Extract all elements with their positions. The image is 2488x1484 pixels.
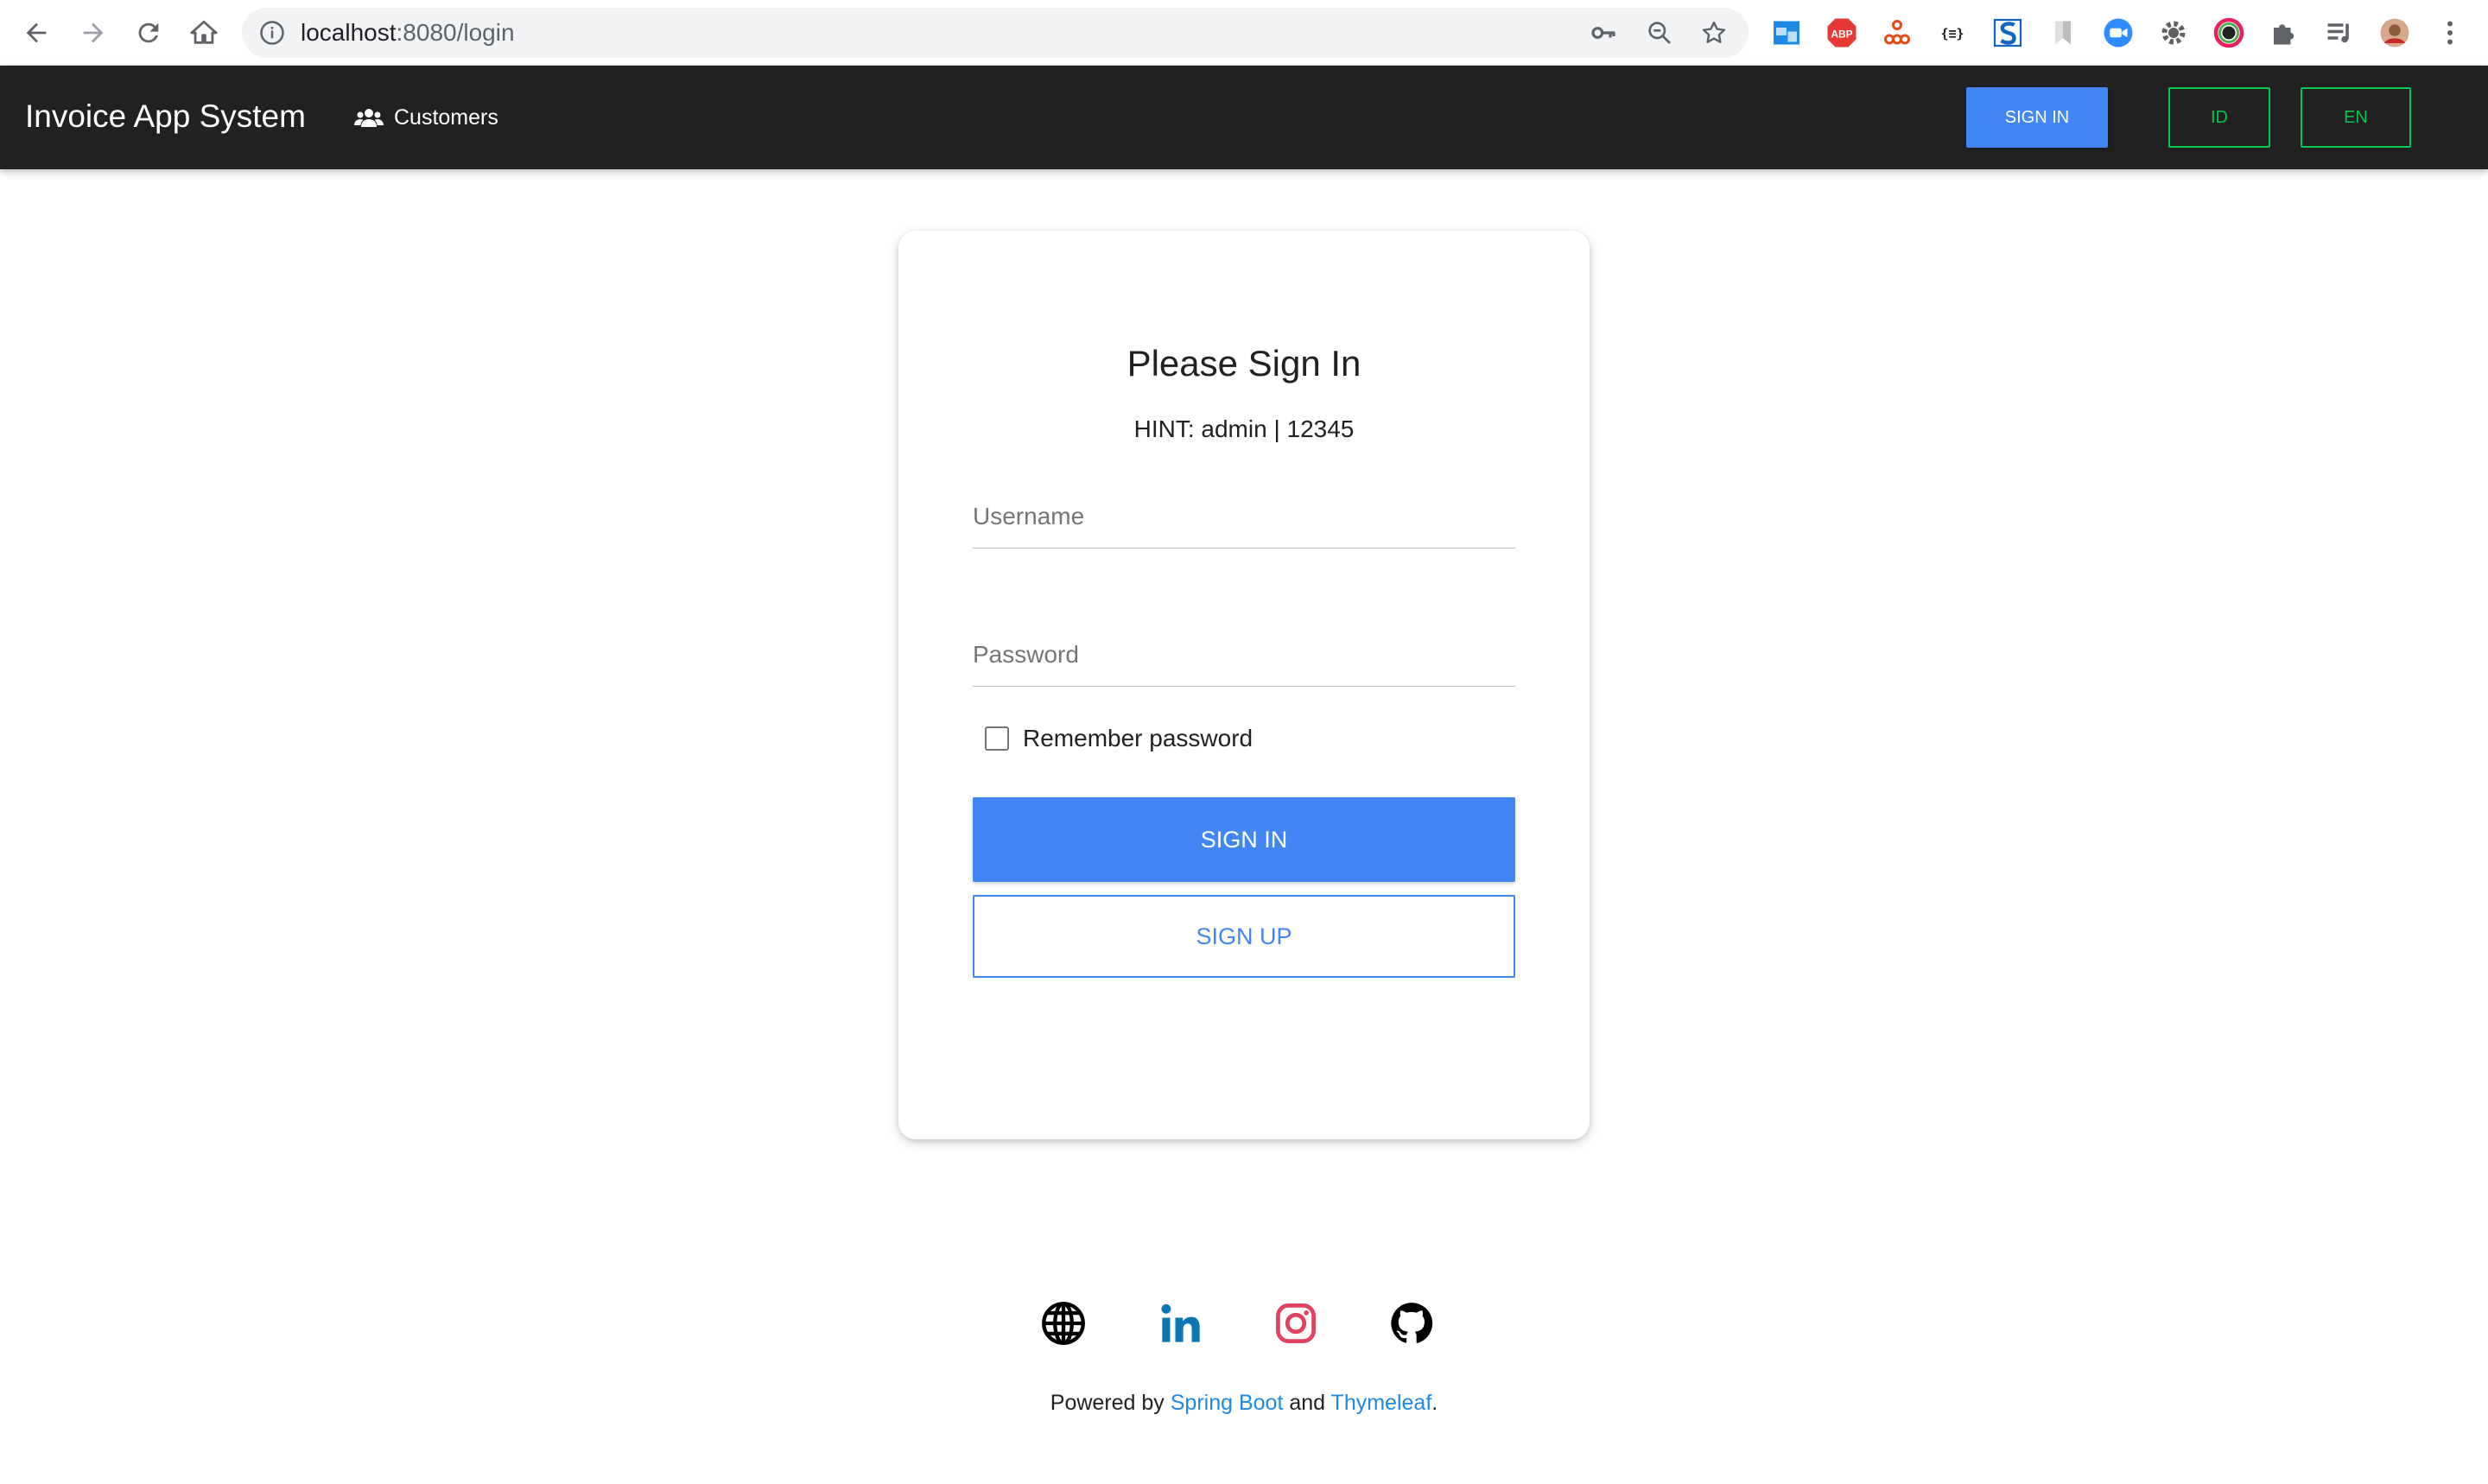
powered-prefix: Powered by xyxy=(1050,1391,1171,1415)
json-label: {≡} xyxy=(1940,26,1964,41)
username-input[interactable] xyxy=(973,493,1515,549)
json-ext-icon[interactable]: {≡} xyxy=(1935,16,1970,50)
powered-and: and xyxy=(1283,1391,1331,1415)
nav-customers-label: Customers xyxy=(394,105,498,130)
zoom-out-icon[interactable] xyxy=(1646,19,1673,47)
navbar-signin-button[interactable]: SIGN IN xyxy=(1966,87,2108,148)
login-title: Please Sign In xyxy=(1127,343,1361,384)
abp-label: ABP xyxy=(1831,28,1852,40)
nav-customers-link[interactable]: Customers xyxy=(354,100,498,135)
remember-checkbox[interactable] xyxy=(985,726,1009,751)
window-ext-icon[interactable] xyxy=(1769,16,1804,50)
gear-ext-icon[interactable] xyxy=(2156,16,2191,50)
remember-label: Remember password xyxy=(1023,725,1254,752)
s-ext-icon[interactable] xyxy=(1990,16,2025,50)
remember-password[interactable]: Remember password xyxy=(985,725,1253,752)
browser-toolbar: localhost:8080/login ABP {≡} xyxy=(0,0,2488,66)
key-icon[interactable] xyxy=(1590,19,1617,47)
home-icon[interactable] xyxy=(181,10,226,55)
users-icon xyxy=(354,109,384,127)
brand-title[interactable]: Invoice App System xyxy=(25,98,306,136)
info-icon[interactable] xyxy=(259,20,285,46)
linkedin-icon[interactable] xyxy=(1157,1299,1205,1348)
url-host: localhost xyxy=(301,19,397,46)
url-text[interactable]: localhost:8080/login xyxy=(301,18,515,48)
login-card: Please Sign In HINT: admin | 12345 Remem… xyxy=(898,231,1590,1139)
signin-button[interactable]: SIGN IN xyxy=(973,797,1515,882)
spring-boot-link[interactable]: Spring Boot xyxy=(1171,1391,1284,1415)
powered-suffix: . xyxy=(1431,1391,1438,1415)
back-arrow-icon[interactable] xyxy=(14,10,59,55)
github-icon[interactable] xyxy=(1387,1299,1436,1348)
puzzle-icon[interactable] xyxy=(2267,16,2301,50)
color-picker-icon[interactable] xyxy=(2212,16,2246,50)
app-navbar: Invoice App System Customers SIGN IN ID … xyxy=(0,66,2488,169)
instagram-icon[interactable] xyxy=(1272,1299,1320,1348)
profile-avatar-icon[interactable] xyxy=(2377,16,2412,50)
adblock-plus-icon[interactable]: ABP xyxy=(1825,16,1859,50)
zoom-video-icon[interactable] xyxy=(2101,16,2136,50)
signup-button[interactable]: SIGN UP xyxy=(973,895,1515,978)
password-input[interactable] xyxy=(973,631,1515,687)
address-bar[interactable]: localhost:8080/login xyxy=(242,8,1749,58)
login-hint: HINT: admin | 12345 xyxy=(1133,415,1355,442)
bookmark-ext-icon[interactable] xyxy=(2046,16,2080,50)
tree-ext-icon[interactable] xyxy=(1880,16,1914,50)
forward-arrow-icon[interactable] xyxy=(71,10,116,55)
kebab-menu-icon[interactable] xyxy=(2433,16,2467,50)
url-path: :8080/login xyxy=(396,19,515,46)
powered-by-text: Powered by Spring Boot and Thymeleaf. xyxy=(0,1391,2488,1416)
lang-id-button[interactable]: ID xyxy=(2168,87,2270,148)
media-queue-icon[interactable] xyxy=(2322,16,2357,50)
lang-en-button[interactable]: EN xyxy=(2301,87,2411,148)
globe-icon[interactable] xyxy=(1039,1299,1088,1348)
thymeleaf-link[interactable]: Thymeleaf xyxy=(1331,1391,1432,1415)
reload-icon[interactable] xyxy=(126,10,171,55)
star-icon[interactable] xyxy=(1700,19,1728,47)
